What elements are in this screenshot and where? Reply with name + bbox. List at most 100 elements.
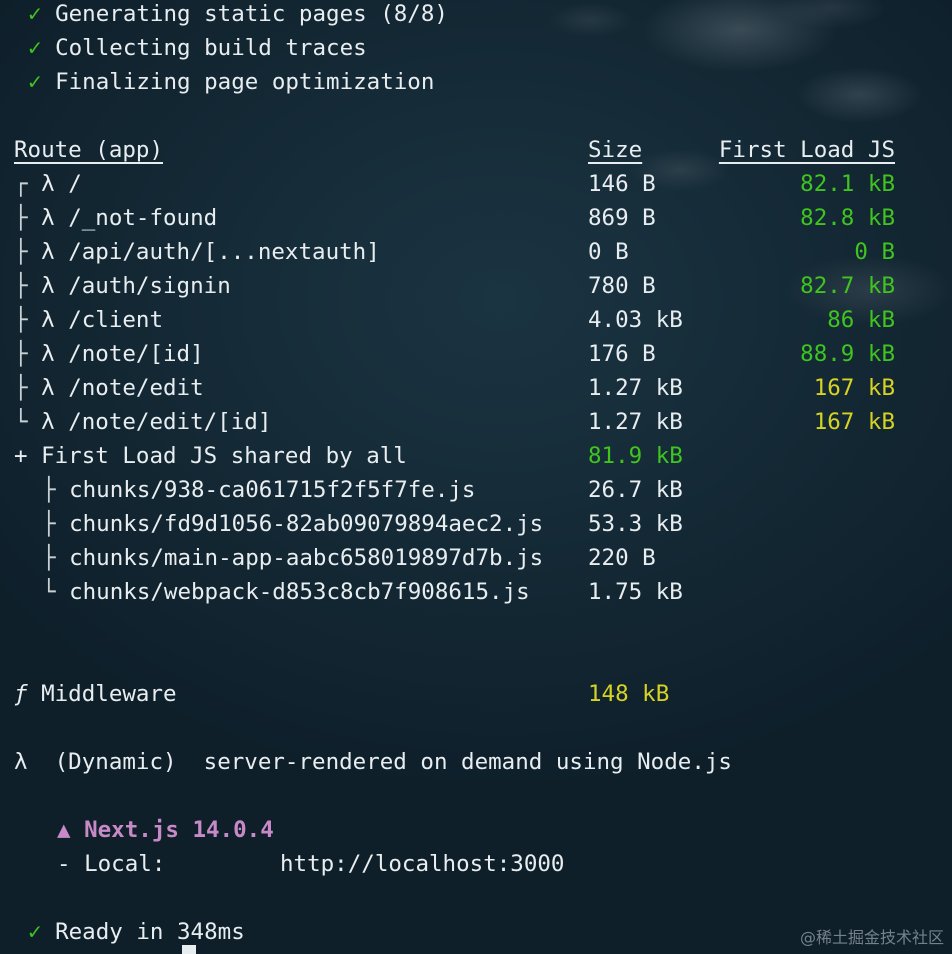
lambda-icon: λ bbox=[41, 375, 55, 401]
chunk-name: chunks/main-app-aabc658019897d7b.js bbox=[69, 545, 544, 571]
ready-line: ✓ Ready in 348ms bbox=[28, 915, 245, 949]
chunk-size: 26.7 kB bbox=[588, 477, 683, 503]
tree-branch: ├ bbox=[14, 205, 28, 231]
lambda-icon: λ bbox=[41, 307, 55, 333]
first-load-column-header: First Load JS bbox=[718, 137, 895, 163]
chunk-row: ├ chunks/938-ca061715f2f5f7fe.js 26.7 kB bbox=[0, 473, 952, 507]
check-icon: ✓ bbox=[28, 919, 42, 945]
route-size: 146 B bbox=[588, 171, 656, 197]
route-first-load: 88.9 kB bbox=[800, 341, 895, 367]
local-url-line: - Local: http://localhost:3000 bbox=[57, 847, 564, 881]
tree-branch: ├ bbox=[14, 307, 28, 333]
route-size: 1.27 kB bbox=[588, 409, 683, 435]
check-icon: ✓ bbox=[28, 69, 42, 95]
lambda-icon: λ bbox=[41, 171, 55, 197]
route-first-load: 86 kB bbox=[827, 307, 895, 333]
plus-icon: + bbox=[14, 443, 28, 469]
route-row: ├ λ /api/auth/[...nextauth] 0 B 0 B bbox=[0, 235, 952, 269]
route-path: /api/auth/[...nextauth] bbox=[68, 239, 380, 265]
lambda-icon: λ bbox=[41, 205, 55, 231]
shared-size: 81.9 kB bbox=[588, 443, 683, 469]
lambda-icon: λ bbox=[41, 409, 55, 435]
chunk-row: └ chunks/webpack-d853c8cb7f908615.js 1.75… bbox=[0, 575, 952, 609]
middleware-size: 148 kB bbox=[588, 681, 670, 707]
route-size: 176 B bbox=[588, 341, 656, 367]
dynamic-legend: λ (Dynamic) server-rendered on demand us… bbox=[14, 745, 732, 779]
route-size: 869 B bbox=[588, 205, 656, 231]
tree-branch: └ bbox=[42, 579, 56, 605]
chunk-name: chunks/fd9d1056-82ab09079894aec2.js bbox=[69, 511, 544, 537]
ready-text: Ready in 348ms bbox=[55, 919, 245, 945]
route-first-load: 82.1 kB bbox=[800, 171, 895, 197]
chunk-size: 53.3 kB bbox=[588, 511, 683, 537]
terminal-cursor bbox=[182, 945, 196, 954]
lambda-icon: λ bbox=[41, 273, 55, 299]
route-row: ├ λ /note/edit 1.27 kB 167 kB bbox=[0, 371, 952, 405]
route-table-header: Route (app) Size First Load JS bbox=[0, 133, 952, 167]
lambda-icon: λ bbox=[41, 239, 55, 265]
local-url-link[interactable]: http://localhost:3000 bbox=[280, 847, 564, 881]
route-row: ├ λ /auth/signin 780 B 82.7 kB bbox=[0, 269, 952, 303]
route-path: /note/edit bbox=[68, 375, 204, 401]
shared-first-load-row: + First Load JS shared by all 81.9 kB bbox=[0, 439, 952, 473]
route-size: 780 B bbox=[588, 273, 656, 299]
watermark: @稀土掘金技术社区 bbox=[799, 928, 944, 947]
chunk-size: 1.75 kB bbox=[588, 579, 683, 605]
nextjs-version: ▲ Next.js 14.0.4 bbox=[57, 813, 274, 847]
triangle-icon: ▲ bbox=[57, 817, 71, 843]
route-first-load: 82.7 kB bbox=[800, 273, 895, 299]
shared-label: First Load JS shared by all bbox=[41, 443, 407, 469]
route-size: 0 B bbox=[588, 239, 629, 265]
lambda-icon: λ bbox=[14, 749, 28, 775]
route-path: /note/edit/[id] bbox=[68, 409, 272, 435]
route-row: └ λ /note/edit/[id] 1.27 kB 167 kB bbox=[0, 405, 952, 439]
status-line: ✓ Finalizing page optimization bbox=[28, 65, 434, 99]
route-row: ├ λ /client 4.03 kB 86 kB bbox=[0, 303, 952, 337]
check-icon: ✓ bbox=[28, 35, 42, 61]
legend-type: (Dynamic) bbox=[54, 749, 177, 775]
status-line: ✓ Generating static pages (8/8) bbox=[28, 0, 448, 31]
tree-branch: └ bbox=[14, 409, 28, 435]
function-icon: ƒ bbox=[14, 681, 28, 707]
status-text: Finalizing page optimization bbox=[55, 69, 435, 95]
status-text: Generating static pages (8/8) bbox=[55, 1, 448, 27]
tree-branch: ├ bbox=[14, 273, 28, 299]
status-text: Collecting build traces bbox=[55, 35, 367, 61]
route-row: ┌ λ / 146 B 82.1 kB bbox=[0, 167, 952, 201]
chunk-size: 220 B bbox=[588, 545, 656, 571]
route-path: /_not-found bbox=[68, 205, 218, 231]
chunk-row: ├ chunks/fd9d1056-82ab09079894aec2.js 53.… bbox=[0, 507, 952, 541]
route-path: /note/[id] bbox=[68, 341, 204, 367]
lambda-icon: λ bbox=[41, 341, 55, 367]
local-label: - Local: bbox=[57, 851, 166, 877]
tree-branch: ┌ bbox=[14, 171, 28, 197]
route-row: ├ λ /_not-found 869 B 82.8 kB bbox=[0, 201, 952, 235]
chunk-name: chunks/938-ca061715f2f5f7fe.js bbox=[69, 477, 476, 503]
route-row: ├ λ /note/[id] 176 B 88.9 kB bbox=[0, 337, 952, 371]
check-icon: ✓ bbox=[28, 1, 42, 27]
route-first-load: 167 kB bbox=[813, 409, 895, 435]
status-line: ✓ Collecting build traces bbox=[28, 31, 367, 65]
tree-branch: ├ bbox=[14, 341, 28, 367]
route-size: 1.27 kB bbox=[588, 375, 683, 401]
middleware-row: ƒ Middleware 148 kB bbox=[0, 677, 952, 711]
chunk-name: chunks/webpack-d853c8cb7f908615.js bbox=[69, 579, 530, 605]
tree-branch: ├ bbox=[14, 239, 28, 265]
route-column-header: Route (app) bbox=[14, 137, 164, 163]
tree-branch: ├ bbox=[42, 477, 56, 503]
middleware-label: Middleware bbox=[41, 681, 177, 707]
route-first-load: 167 kB bbox=[813, 375, 895, 401]
route-first-load: 82.8 kB bbox=[800, 205, 895, 231]
legend-description: server-rendered on demand using Node.js bbox=[203, 749, 732, 775]
route-path: / bbox=[68, 171, 82, 197]
tree-branch: ├ bbox=[14, 375, 28, 401]
tree-branch: ├ bbox=[42, 545, 56, 571]
route-size: 4.03 kB bbox=[588, 307, 683, 333]
route-path: /auth/signin bbox=[68, 273, 231, 299]
route-first-load: 0 B bbox=[854, 239, 895, 265]
nextjs-name: Next.js 14.0.4 bbox=[84, 817, 274, 843]
chunk-row: ├ chunks/main-app-aabc658019897d7b.js 220… bbox=[0, 541, 952, 575]
size-column-header: Size bbox=[588, 137, 643, 163]
tree-branch: ├ bbox=[42, 511, 56, 537]
route-path: /client bbox=[68, 307, 164, 333]
